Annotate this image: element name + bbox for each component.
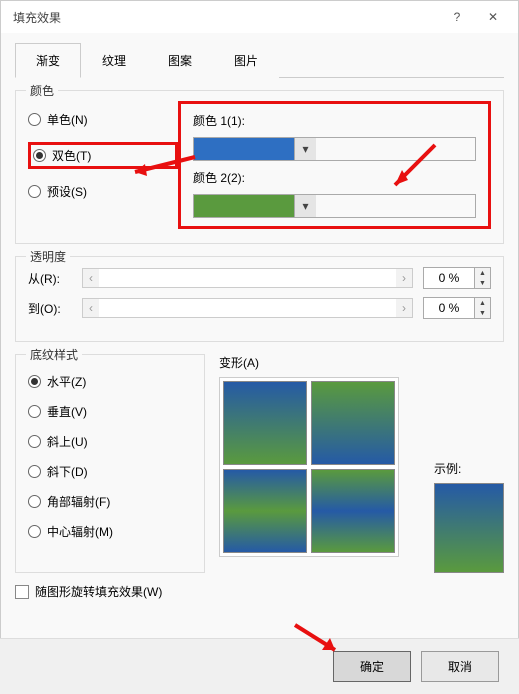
to-label: 到(O): (28, 300, 72, 317)
radio-label: 单色(N) (47, 111, 88, 128)
radio-vertical[interactable]: 垂直(V) (28, 403, 192, 420)
radio-label: 中心辐射(M) (47, 523, 113, 540)
highlight-two-color: 双色(T) (28, 142, 178, 169)
radio-diag-up[interactable]: 斜上(U) (28, 433, 192, 450)
radio-label: 斜下(D) (47, 463, 88, 480)
radio-corner[interactable]: 角部辐射(F) (28, 493, 192, 510)
to-spinner[interactable]: ▲▼ (423, 297, 491, 319)
radio-icon (28, 435, 41, 448)
radio-label: 预设(S) (47, 183, 87, 200)
variant-grid (219, 377, 399, 557)
color-mode-options: 单色(N) 双色(T) 预设(S) (28, 101, 178, 229)
colors-fieldset: 颜色 单色(N) 双色(T) 预设(S) (15, 90, 504, 244)
window-controls: ? ✕ (440, 4, 510, 30)
variant-label: 变形(A) (219, 356, 259, 370)
from-value[interactable] (424, 268, 474, 288)
tab-picture[interactable]: 图片 (213, 43, 279, 78)
radio-icon (28, 185, 41, 198)
ok-button[interactable]: 确定 (333, 651, 411, 682)
radio-label: 垂直(V) (47, 403, 87, 420)
rotate-checkbox-row[interactable]: 随图形旋转填充效果(W) (15, 583, 504, 600)
radio-icon (28, 465, 41, 478)
checkbox-icon (15, 585, 29, 599)
tab-texture[interactable]: 纹理 (81, 43, 147, 78)
radio-icon (28, 113, 41, 126)
chevron-down-icon: ▾ (294, 138, 316, 160)
radio-icon (28, 525, 41, 538)
color2-swatch (194, 195, 294, 217)
dialog-content: 渐变 纹理 图案 图片 颜色 单色(N) 双色(T) (1, 33, 518, 610)
slider-right-icon: › (396, 269, 412, 287)
radio-label: 角部辐射(F) (47, 493, 110, 510)
radio-diag-down[interactable]: 斜下(D) (28, 463, 192, 480)
radio-label: 斜上(U) (47, 433, 88, 450)
sample-preview (434, 483, 504, 573)
tab-bar: 渐变 纹理 图案 图片 (15, 43, 504, 78)
radio-two-color[interactable]: 双色(T) (33, 147, 91, 164)
help-button[interactable]: ? (440, 4, 474, 30)
spinner-arrows-icon: ▲▼ (474, 268, 490, 288)
radio-label: 双色(T) (52, 147, 91, 164)
close-button[interactable]: ✕ (476, 4, 510, 30)
radio-label: 水平(Z) (47, 373, 86, 390)
rotate-checkbox-label: 随图形旋转填充效果(W) (35, 583, 162, 600)
color1-swatch (194, 138, 294, 160)
variant-2[interactable] (311, 381, 395, 465)
radio-preset[interactable]: 预设(S) (28, 183, 178, 200)
sample-label: 示例: (434, 460, 504, 477)
variant-1[interactable] (223, 381, 307, 465)
spinner-arrows-icon: ▲▼ (474, 298, 490, 318)
color2-picker[interactable]: ▾ (193, 194, 476, 218)
from-spinner[interactable]: ▲▼ (423, 267, 491, 289)
tab-gradient[interactable]: 渐变 (15, 43, 81, 78)
colors-legend: 颜色 (26, 82, 58, 99)
radio-center[interactable]: 中心辐射(M) (28, 523, 192, 540)
chevron-down-icon: ▾ (294, 195, 316, 217)
transparency-fieldset: 透明度 从(R): ‹ › ▲▼ 到(O): ‹ › (15, 256, 504, 342)
radio-horizontal[interactable]: 水平(Z) (28, 373, 192, 390)
color2-label: 颜色 2(2): (193, 169, 476, 186)
titlebar: 填充效果 ? ✕ (1, 1, 518, 33)
color1-picker[interactable]: ▾ (193, 137, 476, 161)
radio-icon (28, 405, 41, 418)
radio-icon (33, 149, 46, 162)
to-slider[interactable]: ‹ › (82, 298, 413, 318)
dialog-footer: 确定 取消 (0, 638, 519, 694)
variant-4[interactable] (311, 469, 395, 553)
slider-left-icon: ‹ (83, 299, 99, 317)
color-pickers-highlight: 颜色 1(1): ▾ 颜色 2(2): ▾ (178, 101, 491, 229)
color1-label: 颜色 1(1): (193, 112, 476, 129)
variant-3[interactable] (223, 469, 307, 553)
fill-effects-dialog: 填充效果 ? ✕ 渐变 纹理 图案 图片 颜色 单色(N) (0, 0, 519, 694)
radio-icon (28, 495, 41, 508)
from-label: 从(R): (28, 270, 72, 287)
shading-fieldset: 底纹样式 水平(Z) 垂直(V) 斜上(U) 斜下(D) 角部辐射(F) 中心辐… (15, 354, 205, 573)
cancel-button[interactable]: 取消 (421, 651, 499, 682)
slider-left-icon: ‹ (83, 269, 99, 287)
radio-single-color[interactable]: 单色(N) (28, 111, 178, 128)
from-slider[interactable]: ‹ › (82, 268, 413, 288)
to-value[interactable] (424, 298, 474, 318)
dialog-title: 填充效果 (13, 9, 61, 26)
slider-right-icon: › (396, 299, 412, 317)
variant-area: 变形(A) (219, 354, 420, 573)
transparency-legend: 透明度 (26, 248, 70, 265)
sample-area: 示例: (434, 354, 504, 573)
tab-pattern[interactable]: 图案 (147, 43, 213, 78)
shading-legend: 底纹样式 (26, 346, 82, 363)
radio-icon (28, 375, 41, 388)
